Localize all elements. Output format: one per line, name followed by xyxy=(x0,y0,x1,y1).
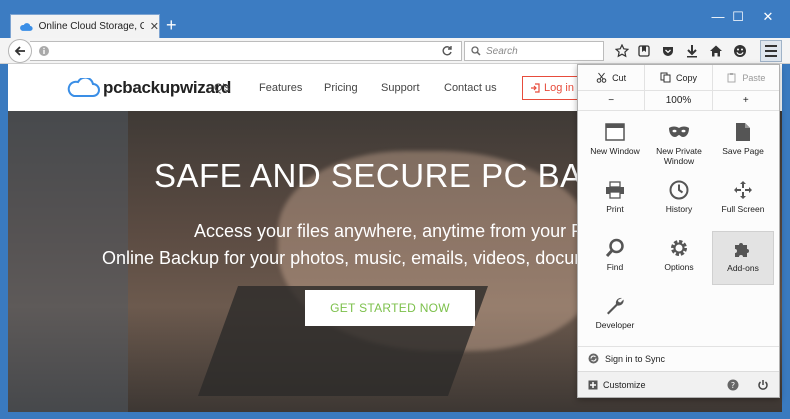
cloud-favicon-icon xyxy=(20,22,33,31)
logo-text: pcbackupwizard xyxy=(103,78,232,97)
paste-button[interactable]: Paste xyxy=(713,65,779,90)
find-button[interactable]: Find xyxy=(584,231,646,285)
search-bar[interactable]: Search xyxy=(464,41,604,61)
save-page-icon xyxy=(732,121,754,143)
menu-item-label: Developer xyxy=(595,320,635,330)
sync-icon xyxy=(588,353,599,364)
menu-item-label: Options xyxy=(664,262,694,272)
back-button[interactable] xyxy=(8,39,32,63)
full-screen-icon xyxy=(732,179,754,201)
developer-button[interactable]: Developer xyxy=(584,289,646,343)
nav-contact-us[interactable]: Contact us xyxy=(444,82,497,94)
copy-button[interactable]: Copy xyxy=(645,65,713,90)
search-icon xyxy=(471,46,481,56)
new-window-button[interactable]: New Window xyxy=(584,115,646,169)
minimize-icon[interactable]: — xyxy=(708,9,728,24)
options-gear-icon xyxy=(668,237,690,259)
menu-item-label: History xyxy=(665,204,693,214)
menu-item-label: Add-ons xyxy=(727,263,759,273)
quit-power-icon[interactable] xyxy=(756,378,770,392)
login-label: Log in xyxy=(544,82,574,94)
hero-subtitle-line2: Online Backup for your photos, music, em… xyxy=(102,248,600,268)
find-magnifier-icon xyxy=(604,237,626,259)
scissors-icon xyxy=(596,72,607,83)
nav-support[interactable]: Support xyxy=(381,82,420,94)
site-logo[interactable]: pcbackupwizard xyxy=(66,78,231,98)
title-bar: Online Cloud Storage, Co... ✕ + — ☐ ✕ xyxy=(0,0,790,38)
get-started-button[interactable]: GET STARTED NOW xyxy=(305,290,475,326)
hamburger-line xyxy=(765,50,777,52)
full-screen-button[interactable]: Full Screen xyxy=(712,173,774,227)
search-placeholder: Search xyxy=(486,45,518,57)
private-mask-icon xyxy=(668,121,690,143)
pocket-icon[interactable] xyxy=(660,43,676,59)
sign-in-to-sync[interactable]: Sign in to Sync xyxy=(578,346,779,370)
zoom-out-button[interactable]: − xyxy=(578,91,646,110)
browser-window: Online Cloud Storage, Co... ✕ + — ☐ ✕ Se xyxy=(0,0,790,419)
tab-title: Online Cloud Storage, Co... xyxy=(38,21,144,32)
maximize-icon[interactable]: ☐ xyxy=(728,9,748,25)
customize-label: Customize xyxy=(603,379,646,390)
new-window-icon xyxy=(604,121,626,143)
login-icon xyxy=(531,83,540,93)
sign-in-label: Sign in to Sync xyxy=(605,353,666,364)
close-window-icon[interactable]: ✕ xyxy=(758,9,778,25)
tab-close-icon[interactable]: ✕ xyxy=(150,20,159,33)
bookmarks-menu-icon[interactable] xyxy=(636,43,652,59)
copy-icon xyxy=(660,72,671,83)
cut-label: Cut xyxy=(612,72,627,83)
addons-puzzle-icon xyxy=(732,238,754,260)
developer-wrench-icon xyxy=(604,295,626,317)
url-bar[interactable] xyxy=(30,41,462,61)
hamburger-line xyxy=(765,55,777,57)
paste-label: Paste xyxy=(742,72,766,83)
edit-controls: Cut Copy Paste xyxy=(578,65,779,91)
help-icon[interactable]: ? xyxy=(726,378,740,392)
menu-item-label: Print xyxy=(606,204,624,214)
copy-label: Copy xyxy=(675,72,697,83)
zoom-controls: − 100% + xyxy=(578,91,779,111)
back-arrow-icon xyxy=(14,46,25,56)
add-ons-button[interactable]: Add-ons xyxy=(712,231,774,285)
browser-main-menu: Cut Copy Paste − 100% + New Window New P… xyxy=(577,64,780,398)
nav-faqs[interactable]: Q's xyxy=(214,82,230,94)
menu-item-label: Save Page xyxy=(722,146,764,156)
zoom-reset-button[interactable]: 100% xyxy=(645,91,713,110)
reload-icon[interactable] xyxy=(441,45,453,57)
bookmark-star-icon[interactable] xyxy=(614,43,630,59)
browser-tab[interactable]: Online Cloud Storage, Co... ✕ xyxy=(10,14,160,38)
nav-features[interactable]: Features xyxy=(259,82,302,94)
menu-item-label: Find xyxy=(606,262,624,272)
customize-button[interactable]: Customize xyxy=(588,380,646,390)
home-icon[interactable] xyxy=(708,43,724,59)
navigation-toolbar: Search xyxy=(0,38,790,64)
hero-subtitle-line1: Access your files anywhere, anytime from… xyxy=(194,221,597,241)
menu-item-label: New Private Window xyxy=(656,146,702,166)
menu-footer: Customize ? xyxy=(578,371,779,397)
svg-text:?: ? xyxy=(731,381,735,390)
new-tab-button[interactable]: + xyxy=(166,16,177,34)
hamburger-icon xyxy=(765,45,777,47)
downloads-icon[interactable] xyxy=(684,43,700,59)
save-page-button[interactable]: Save Page xyxy=(712,115,774,169)
history-button[interactable]: History xyxy=(648,173,710,227)
new-private-window-button[interactable]: New Private Window xyxy=(648,115,710,169)
cut-button[interactable]: Cut xyxy=(578,65,646,90)
menu-item-label: New Window xyxy=(590,146,640,156)
history-clock-icon xyxy=(668,179,690,201)
hello-smiley-icon[interactable] xyxy=(732,43,748,59)
cloud-logo-icon xyxy=(67,78,100,97)
paste-icon xyxy=(727,73,736,83)
options-button[interactable]: Options xyxy=(648,231,710,285)
customize-plus-icon xyxy=(588,380,598,389)
zoom-in-button[interactable]: + xyxy=(713,91,779,110)
print-icon xyxy=(604,179,626,201)
menu-item-label: Full Screen xyxy=(721,204,765,214)
open-menu-button[interactable] xyxy=(760,40,782,62)
print-button[interactable]: Print xyxy=(584,173,646,227)
hero-title: SAFE AND SECURE PC BACK xyxy=(154,157,630,194)
site-info-icon[interactable] xyxy=(38,45,50,57)
nav-pricing[interactable]: Pricing xyxy=(324,82,358,94)
login-button[interactable]: Log in xyxy=(522,76,582,100)
